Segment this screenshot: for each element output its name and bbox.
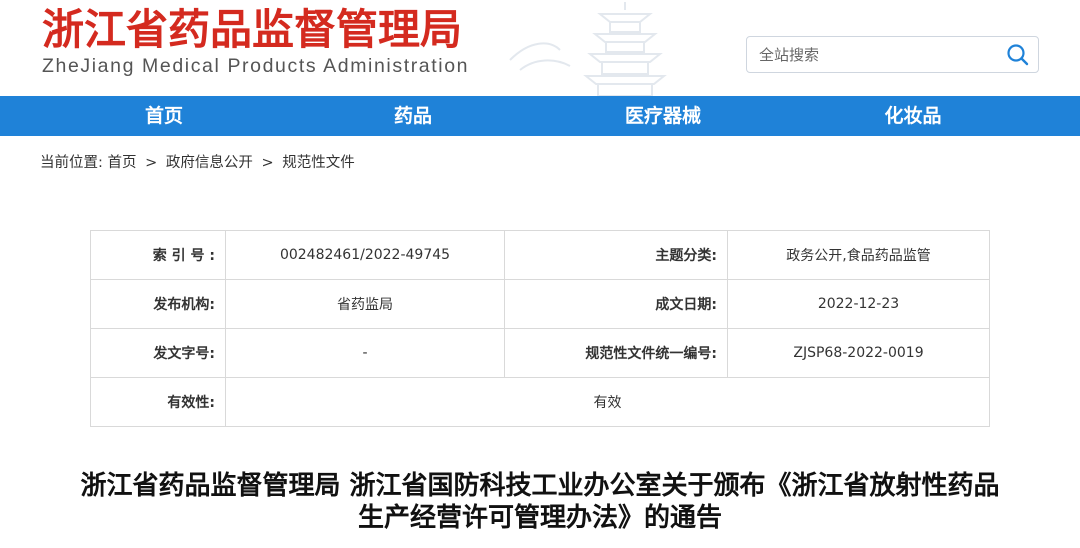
breadcrumb: 当前位置: 首页 > 政府信息公开 > 规范性文件 [40,151,355,172]
index-label: 索 引 号 : [90,230,226,280]
main-nav: 首页 药品 医疗器械 化妆品 [0,96,1080,136]
index-value: 002482461/2022-49745 [225,230,505,280]
unified-code-label: 规范性文件统一编号: [504,328,728,378]
document-info-table: 索 引 号 : 002482461/2022-49745 主题分类: 政务公开,… [90,230,990,427]
doc-number-value: - [225,328,505,378]
date-label: 成文日期: [504,279,728,329]
search-box [746,36,1039,73]
table-row: 发布机构: 省药监局 成文日期: 2022-12-23 [90,279,990,329]
breadcrumb-separator: > [261,155,274,171]
site-title[interactable]: 浙江省药品监督管理局 [42,4,462,56]
breadcrumb-separator: > [145,155,158,171]
publisher-value: 省药监局 [225,279,505,329]
site-header: 浙江省药品监督管理局 ZheJiang Medical Products Adm… [0,0,1080,96]
validity-value: 有效 [225,377,990,427]
breadcrumb-normative-docs[interactable]: 规范性文件 [282,151,355,172]
publisher-label: 发布机构: [90,279,226,329]
doc-number-label: 发文字号: [90,328,226,378]
nav-item-medical-devices[interactable]: 医疗器械 [604,96,722,136]
article-title-line-2: 生产经营许可管理办法》的通告 [357,503,722,533]
site-subtitle: ZheJiang Medical Products Administration [42,55,470,77]
search-icon[interactable] [1005,42,1031,68]
article-title: 浙江省药品监督管理局 浙江省国防科技工业办公室关于颁布《浙江省放射性药品 生产经… [30,470,1050,534]
table-row: 索 引 号 : 002482461/2022-49745 主题分类: 政务公开,… [90,230,990,280]
table-row: 发文字号: - 规范性文件统一编号: ZJSP68-2022-0019 [90,328,990,378]
nav-item-home[interactable]: 首页 [120,96,208,136]
nav-item-drugs[interactable]: 药品 [369,96,457,136]
category-value: 政务公开,食品药品监管 [727,230,990,280]
category-label: 主题分类: [504,230,728,280]
search-input[interactable] [747,37,997,72]
pagoda-watermark-icon [509,2,667,96]
date-value: 2022-12-23 [727,279,990,329]
breadcrumb-home[interactable]: 首页 [108,151,137,172]
validity-label: 有效性: [90,377,226,427]
unified-code-value: ZJSP68-2022-0019 [727,328,990,378]
breadcrumb-gov-info[interactable]: 政府信息公开 [166,151,253,172]
article-title-line-1: 浙江省药品监督管理局 浙江省国防科技工业办公室关于颁布《浙江省放射性药品 [80,471,1000,501]
table-row: 有效性: 有效 [90,377,990,427]
nav-item-cosmetics[interactable]: 化妆品 [860,96,966,136]
breadcrumb-prefix: 当前位置: [40,155,103,171]
